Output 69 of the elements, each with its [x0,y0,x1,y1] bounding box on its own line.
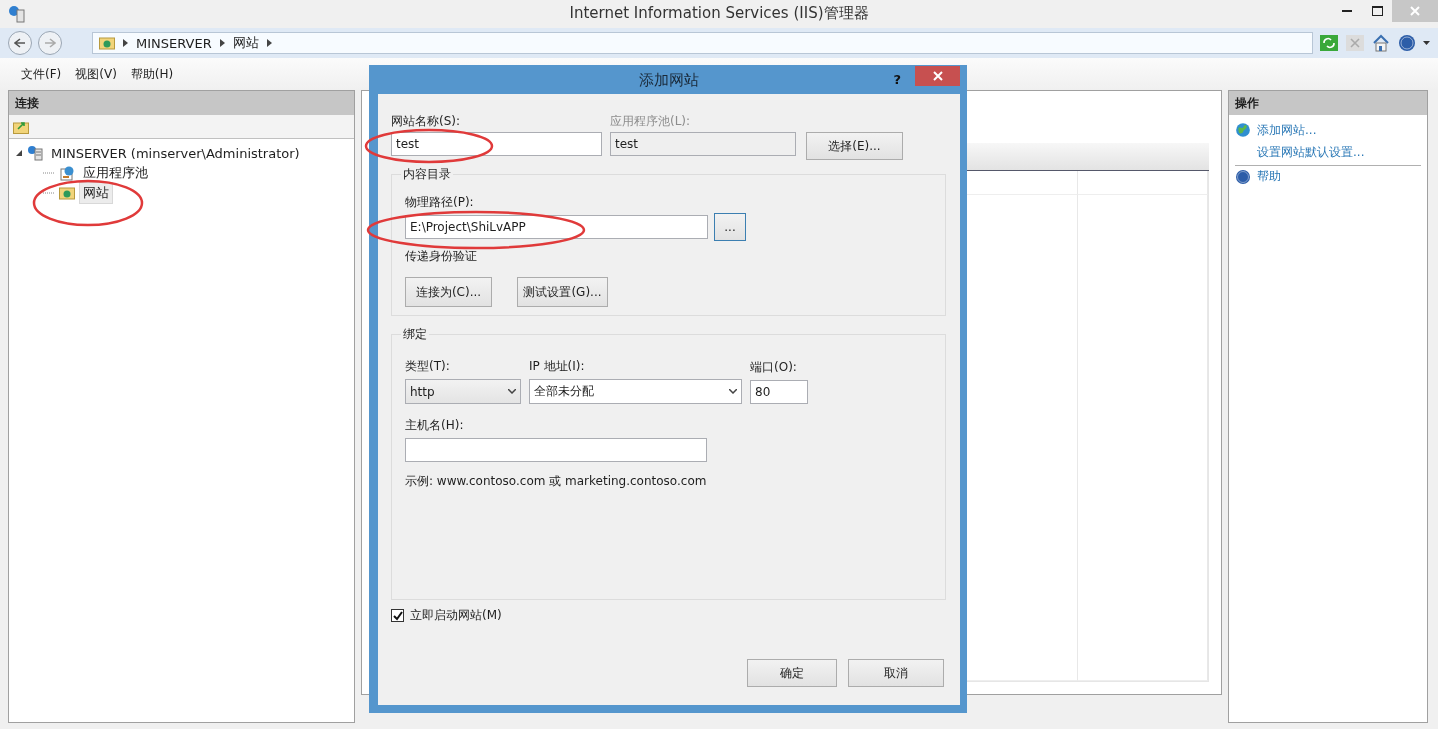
path-field[interactable]: E:\Project\ShiLvAPP [405,215,708,239]
refresh-icon[interactable] [1319,33,1339,53]
menu-item[interactable]: 帮助(H) [123,65,181,83]
ok-button[interactable]: 确定 [747,659,837,687]
tree-line [43,192,55,194]
port-field[interactable]: 80 [750,380,808,404]
group-title: 绑定 [402,326,428,343]
home-icon[interactable] [1371,33,1391,53]
chevron-icon [219,39,225,47]
chevron-down-icon [729,389,737,394]
panel-title: 连接 [9,91,354,115]
example-text: 示例: www.contoso.com 或 marketing.contoso.com [405,473,708,490]
expand-arrow-icon[interactable] [15,149,23,157]
minimize-icon [1342,9,1352,13]
action-link[interactable]: 设置网站默认设置... [1257,143,1365,161]
field-label: 物理路径(P): [405,195,474,210]
folder-globe-icon [59,186,75,200]
menu-item[interactable]: 文件(F) [14,65,69,83]
help-icon[interactable] [1397,33,1417,53]
ip-dropdown[interactable]: 全部未分配 [529,379,742,404]
server-icon [27,145,43,161]
field-label: 端口(O): [750,360,797,375]
type-dropdown[interactable]: http [405,379,521,404]
maximize-icon [1371,6,1383,16]
close-button[interactable] [915,65,960,86]
help-icon [1235,168,1251,185]
address-bar[interactable]: MINSERVER 网站 [92,32,1313,54]
tree-item[interactable]: MINSERVER (minserver\Administrator) [47,143,304,163]
pool-icon [59,165,75,181]
close-icon [932,70,943,81]
group-title: 内容目录 [402,166,452,183]
folder-globe-icon [99,36,115,50]
chevron-icon [123,39,128,47]
cancel-button[interactable]: 取消 [848,659,944,687]
menu-item[interactable]: 视图(V) [68,65,124,83]
checkbox-label: 立即启动网站(M) [410,608,502,623]
field-label: 应用程序池(L): [610,114,691,129]
chevron-icon [266,39,272,47]
dialog-title: 添加网站 [639,71,699,90]
breadcrumb-item[interactable]: 网站 [232,34,259,52]
chevron-down-icon [508,389,516,394]
close-icon [1410,6,1420,16]
caret-icon[interactable] [1423,41,1430,45]
back-button[interactable] [8,31,32,55]
test-settings-button[interactable]: 测试设置(G)... [517,277,608,307]
action-link[interactable]: 添加网站... [1257,121,1317,139]
browse-button[interactable]: ... [714,213,746,241]
tree-item[interactable]: 应用程序池 [79,162,152,184]
select-button[interactable]: 选择(E)... [806,132,903,160]
help-button[interactable]: ? [893,72,901,87]
globe-icon [1235,122,1251,138]
connect-as-button[interactable]: 连接为(C)... [405,277,492,307]
tree-item[interactable]: 网站 [79,182,113,204]
forward-arrow-icon [44,38,56,48]
site-name-field[interactable]: test [391,132,602,156]
breadcrumb-item[interactable]: MINSERVER [136,35,212,51]
field-label: IP 地址(I): [529,359,585,374]
panel-title: 操作 [1229,91,1427,115]
field-label: 网站名称(S): [391,114,461,129]
window-title: Internet Information Services (IIS)管理器 [569,4,869,23]
host-name-field[interactable] [405,438,707,462]
action-link[interactable]: 帮助 [1257,168,1281,185]
back-arrow-icon [14,38,26,48]
checkbox[interactable] [391,609,404,622]
field-label: 传递身份验证 [405,249,478,264]
app-icon [8,5,26,23]
tree-line [43,172,55,174]
field-label: 主机名(H): [405,418,464,433]
field-label: 类型(T): [405,359,450,374]
